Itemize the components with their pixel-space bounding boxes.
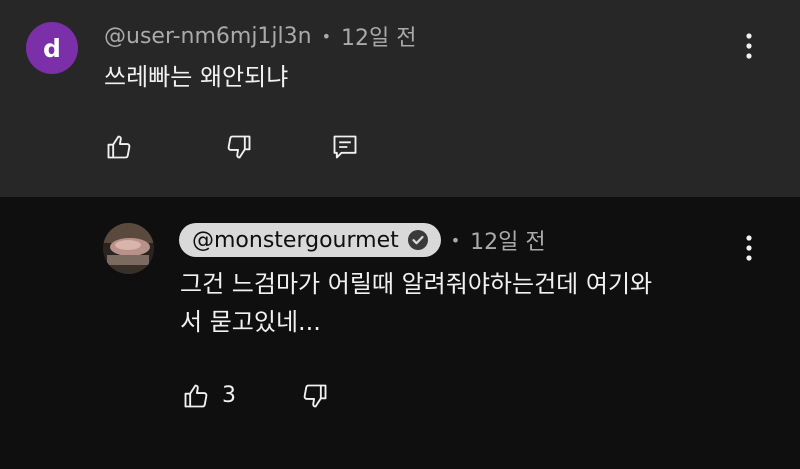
verified-check-icon [407, 230, 428, 250]
timestamp[interactable]: 12일 전 [341, 20, 416, 52]
comment-top-level: d @user-nm6mj1jl3n • 12일 전 쓰레빠는 왜안되냐 [0, 0, 800, 197]
username: @monstergourmet [192, 227, 399, 253]
like-icon [107, 135, 131, 159]
verified-badge [407, 229, 429, 251]
timestamp[interactable]: 12일 전 [470, 224, 545, 256]
comment-text-line: 그건 느검마가 어릴때 알려줘야하는건데 여기와 [180, 270, 653, 298]
profile-photo-image [103, 223, 154, 274]
comment-reply: @monstergourmet • 12일 전 그건 느검마가 어릴때 알려줘야… [0, 197, 800, 469]
comment-text-line: 서 묻고있네... [180, 308, 321, 336]
like-button[interactable] [181, 381, 211, 411]
avatar[interactable]: d [26, 22, 78, 74]
like-count: 3 [222, 383, 236, 408]
like-icon [184, 384, 208, 408]
separator-dot: • [321, 26, 332, 46]
comment-header: @user-nm6mj1jl3n • 12일 전 [104, 20, 417, 52]
like-button[interactable] [104, 132, 134, 162]
more-options-button[interactable] [734, 26, 764, 66]
more-options-button[interactable] [734, 228, 764, 268]
username[interactable]: @user-nm6mj1jl3n [104, 24, 312, 49]
dislike-icon [303, 384, 327, 408]
reply-icon [333, 135, 357, 159]
more-vert-icon [746, 33, 752, 59]
dislike-icon [227, 135, 251, 159]
avatar[interactable] [103, 223, 154, 274]
comment-header: @monstergourmet • 12일 전 [179, 223, 546, 257]
dislike-button[interactable] [224, 132, 254, 162]
separator-dot: • [450, 230, 461, 250]
more-vert-icon [746, 235, 752, 261]
dislike-button[interactable] [300, 381, 330, 411]
comment-text: 쓰레빠는 왜안되냐 [104, 63, 289, 91]
comment-text: 그건 느검마가 어릴때 알려줘야하는건데 여기와 서 묻고있네... [180, 265, 750, 341]
reply-button[interactable] [330, 132, 360, 162]
channel-chip[interactable]: @monstergourmet [179, 223, 441, 257]
